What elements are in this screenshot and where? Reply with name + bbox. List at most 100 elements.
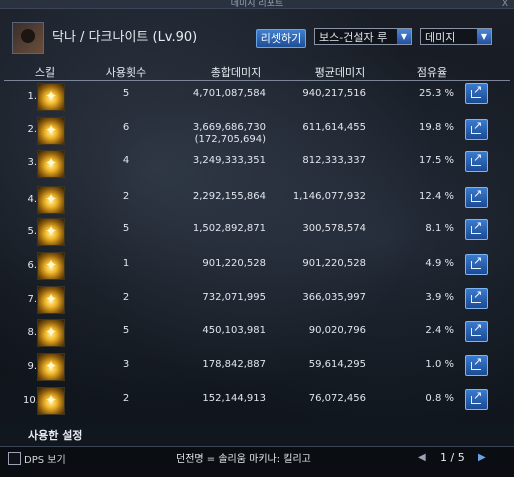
skill-icon (37, 83, 65, 111)
skill-icon (37, 218, 65, 246)
count: 5 (122, 223, 130, 234)
rank: 5. (27, 226, 37, 237)
target-select-value: 보스-건설자 루 (319, 31, 388, 44)
skill-icon (37, 150, 65, 178)
table-row: 10. 2 152,144,913 76,072,456 0.8 % (0, 385, 514, 418)
rank: 8. (27, 327, 37, 338)
count: 3 (122, 359, 130, 370)
share: 0.8 % (425, 393, 454, 404)
metric-select[interactable]: 데미지 ▼ (420, 28, 492, 45)
share: 4.9 % (425, 258, 454, 269)
avg-damage: 812,333,337 (302, 155, 366, 166)
count: 4 (122, 155, 130, 166)
table-row: 6. 1 901,220,528 901,220,528 4.9 % (0, 250, 514, 283)
metric-select-value: 데미지 (425, 31, 456, 44)
export-icon[interactable] (465, 355, 488, 376)
count: 6 (122, 122, 130, 133)
skill-icon (37, 387, 65, 415)
chevron-down-icon[interactable]: ▼ (477, 29, 491, 44)
total-damage: 2,292,155,864 (192, 191, 266, 202)
total-damage: 3,249,333,351 (192, 155, 266, 166)
dungeon-name: 던전명 = 솔리움 마키나: 킬리고 (176, 454, 311, 465)
rank: 9. (27, 361, 37, 372)
rank: 4. (27, 194, 37, 205)
skill-icon (37, 319, 65, 347)
export-icon[interactable] (465, 187, 488, 208)
export-icon[interactable] (465, 219, 488, 240)
total-damage: 901,220,528 (202, 258, 266, 269)
avg-damage: 940,217,516 (302, 88, 366, 99)
avatar (12, 22, 44, 54)
count: 5 (122, 325, 130, 336)
share: 25.3 % (419, 88, 454, 99)
export-icon[interactable] (465, 119, 488, 140)
skill-icon (37, 353, 65, 381)
page-indicator: 1 / 5 (440, 451, 465, 464)
share: 3.9 % (425, 292, 454, 303)
table-row: 9. 3 178,842,887 59,614,295 1.0 % (0, 351, 514, 384)
col-skill: 스킬 (34, 66, 56, 79)
total-damage: 732,071,995 (202, 292, 266, 303)
avg-damage: 901,220,528 (302, 258, 366, 269)
chevron-down-icon[interactable]: ▼ (397, 29, 411, 44)
avg-damage: 300,578,574 (302, 223, 366, 234)
total-damage: 1,502,892,871 (192, 223, 266, 234)
rank: 2. (27, 124, 37, 135)
target-select[interactable]: 보스-건설자 루 ▼ (314, 28, 412, 45)
export-icon[interactable] (465, 288, 488, 309)
col-total: 총합데미지 (210, 66, 262, 79)
settings-label[interactable]: 사용한 설정 (28, 427, 82, 443)
count: 1 (122, 258, 130, 269)
count: 2 (122, 191, 130, 202)
skill-icon (37, 117, 65, 145)
skill-icon (37, 286, 65, 314)
total-damage: 3,669,686,730 (192, 122, 266, 133)
count: 2 (122, 292, 130, 303)
avg-damage: 90,020,796 (308, 325, 366, 336)
table-row: 1. 5 4,701,087,584 940,217,516 25.3 % (0, 79, 514, 112)
share: 19.8 % (419, 122, 454, 133)
table-row: 2. 6 3,669,686,730 (172,705,694) 611,614… (0, 112, 514, 150)
skill-icon (37, 252, 65, 280)
table-row: 4. 2 2,292,155,864 1,146,077,932 12.4 % (0, 183, 514, 216)
export-icon[interactable] (465, 151, 488, 172)
rank: 6. (27, 260, 37, 271)
rank: 10. (23, 395, 39, 406)
rank: 7. (27, 294, 37, 305)
col-count: 사용횟수 (105, 66, 147, 79)
export-icon[interactable] (465, 254, 488, 275)
skill-icon (37, 186, 65, 214)
export-icon[interactable] (465, 83, 488, 104)
avg-damage: 366,035,997 (302, 292, 366, 303)
export-icon[interactable] (465, 389, 488, 410)
share: 2.4 % (425, 325, 454, 336)
dps-label: DPS 보기 (24, 455, 66, 466)
col-avg: 평균데미지 (314, 66, 366, 79)
col-share: 점유율 (416, 66, 448, 79)
avg-damage: 59,614,295 (308, 359, 366, 370)
player-name: 닥나 / 다크나이트 (Lv.90) (52, 30, 198, 45)
table-row: 5. 5 1,502,892,871 300,578,574 8.1 % (0, 216, 514, 249)
share: 8.1 % (425, 223, 454, 234)
total-damage: 450,103,981 (202, 325, 266, 336)
reset-button[interactable]: 리셋하기 (256, 29, 306, 48)
prev-page-icon[interactable]: ◀ (418, 452, 426, 463)
total-damage: 152,144,913 (202, 393, 266, 404)
export-icon[interactable] (465, 321, 488, 342)
total-damage: 4,701,087,584 (192, 88, 266, 99)
table-row: 8. 5 450,103,981 90,020,796 2.4 % (0, 317, 514, 350)
table-row: 3. 4 3,249,333,351 812,333,337 17.5 % (0, 150, 514, 183)
next-page-icon[interactable]: ▶ (478, 452, 486, 463)
close-icon[interactable]: X (502, 0, 508, 9)
avg-damage: 76,072,456 (308, 393, 366, 404)
table-row: 7. 2 732,071,995 366,035,997 3.9 % (0, 284, 514, 317)
window-title: 데미지 리포트 (230, 0, 284, 9)
share: 12.4 % (419, 191, 454, 202)
total-damage-sub: (172,705,694) (194, 134, 266, 145)
avg-damage: 611,614,455 (302, 122, 366, 133)
rank: 1. (27, 91, 37, 102)
dps-checkbox[interactable] (8, 452, 21, 465)
share: 17.5 % (419, 155, 454, 166)
rank: 3. (27, 157, 37, 168)
window-titlebar: 데미지 리포트 X (0, 0, 514, 9)
